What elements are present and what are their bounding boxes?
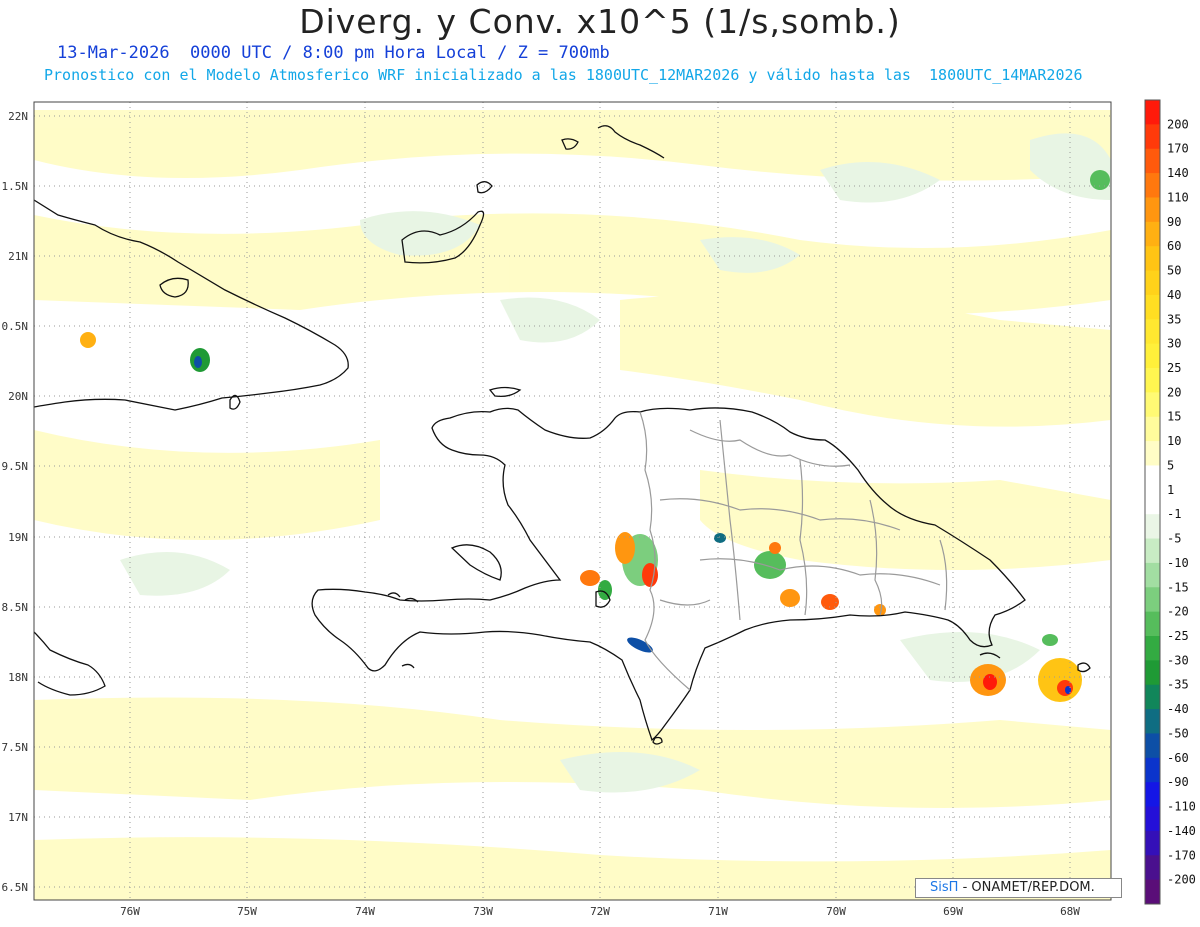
lat-label: 20N: [8, 390, 28, 403]
colorbar-label: 170: [1167, 142, 1189, 156]
lon-label: 75W: [237, 905, 257, 918]
colorbar-label: 15: [1167, 410, 1181, 424]
colorbar-label: -5: [1167, 532, 1181, 546]
colorbar-label: -90: [1167, 775, 1189, 789]
colorbar-label: -25: [1167, 629, 1189, 643]
colorbar-swatch: [1145, 660, 1160, 686]
colorbar-label: -30: [1167, 653, 1189, 667]
lon-label: 76W: [120, 905, 140, 918]
lat-label: 22N: [8, 110, 28, 123]
colorbar: 200 170 140 110 90 60 50 40 35 30 25 20 15 10 5 1 -1 -5 -1…: [1144, 99, 1196, 905]
colorbar-swatch: [1145, 855, 1160, 881]
colorbar-label: 10: [1167, 434, 1181, 448]
colorbar-swatch: [1145, 636, 1160, 661]
colorbar-label: 90: [1167, 215, 1181, 229]
colorbar-swatch: [1145, 465, 1160, 491]
lon-label: 72W: [590, 905, 610, 918]
lat-label: 19N: [8, 531, 28, 544]
lon-label: 68W: [1060, 905, 1080, 918]
sispi-logo: SisΠ: [930, 880, 959, 895]
colorbar-label: 110: [1167, 190, 1189, 204]
colorbar-swatch: [1145, 173, 1160, 198]
colorbar-swatch: [1145, 319, 1160, 345]
colorbar-swatch: [1145, 270, 1160, 296]
colorbar-label: -140: [1167, 824, 1196, 838]
colorbar-swatch: [1145, 343, 1160, 369]
lat-label: 8.5N: [2, 601, 29, 614]
colorbar-swatch: [1145, 782, 1160, 808]
lat-label: 9.5N: [2, 460, 29, 473]
lon-label: 73W: [473, 905, 493, 918]
colorbar-label: -40: [1167, 702, 1189, 716]
colorbar-swatch: [1145, 124, 1160, 150]
lon-label: 74W: [355, 905, 375, 918]
colorbar-label: -50: [1167, 726, 1189, 740]
colorbar-swatch: [1145, 368, 1160, 393]
colorbar-swatch: [1145, 416, 1160, 442]
colorbar-swatch: [1145, 879, 1160, 905]
colorbar-label: 1: [1167, 483, 1174, 497]
colorbar-swatch: [1145, 148, 1160, 174]
lat-label: 17N: [8, 811, 28, 824]
colorbar-label: 35: [1167, 312, 1181, 326]
colorbar-label: -1: [1167, 507, 1181, 521]
colorbar-swatch: [1145, 538, 1160, 564]
colorbar-label: 200: [1167, 117, 1189, 131]
colorbar-label: 50: [1167, 264, 1181, 278]
colorbar-swatch: [1145, 489, 1160, 515]
colorbar-swatch: [1145, 733, 1160, 759]
lon-label: 69W: [943, 905, 963, 918]
colorbar-label: 30: [1167, 337, 1181, 351]
divergence-map: 22N 1.5N 21N 0.5N 20N 9.5N 19N 8.5N 18N …: [2, 99, 1196, 918]
lat-label: 6.5N: [2, 881, 29, 894]
colorbar-label: -10: [1167, 556, 1189, 570]
lat-label: 1.5N: [2, 180, 29, 193]
credit-box: SisΠ - ONAMET/REP.DOM.: [915, 878, 1122, 898]
colorbar-label: 140: [1167, 166, 1189, 180]
colorbar-label: 20: [1167, 385, 1181, 399]
colorbar-swatch: [1145, 294, 1160, 320]
longitude-labels: 76W 75W 74W 73W 72W 71W 70W 69W 68W: [120, 905, 1080, 918]
colorbar-label: 5: [1167, 458, 1174, 472]
colorbar-swatch: [1145, 197, 1160, 223]
colorbar-swatch: [1145, 611, 1160, 637]
colorbar-swatch: [1145, 587, 1160, 613]
colorbar-label: -15: [1167, 580, 1189, 594]
colorbar-label: -20: [1167, 605, 1189, 619]
lat-label: 18N: [8, 671, 28, 684]
credit-text: - ONAMET/REP.DOM.: [962, 880, 1095, 895]
colorbar-label: -35: [1167, 678, 1189, 692]
colorbar-swatch: [1145, 441, 1160, 466]
colorbar-swatch: [1145, 514, 1160, 540]
colorbar-label: -200: [1167, 873, 1196, 887]
colorbar-swatch: [1145, 830, 1160, 856]
colorbar-label: -60: [1167, 751, 1189, 765]
colorbar-label: 40: [1167, 288, 1181, 302]
colorbar-swatch: [1145, 806, 1160, 832]
colorbar-swatch: [1145, 100, 1160, 125]
colorbar-swatch: [1145, 684, 1160, 710]
colorbar-label: -170: [1167, 848, 1196, 862]
lat-label: 21N: [8, 250, 28, 263]
colorbar-label: 60: [1167, 239, 1181, 253]
colorbar-label: -110: [1167, 800, 1196, 814]
lat-label: 0.5N: [2, 320, 29, 333]
lat-label: 7.5N: [2, 741, 29, 754]
colorbar-swatch: [1145, 221, 1160, 247]
colorbar-swatch: [1145, 709, 1160, 734]
lon-label: 71W: [708, 905, 728, 918]
latitude-labels: 22N 1.5N 21N 0.5N 20N 9.5N 19N 8.5N 18N …: [2, 110, 29, 894]
lon-label: 70W: [826, 905, 846, 918]
colorbar-swatch: [1145, 757, 1160, 783]
colorbar-swatch: [1145, 392, 1160, 418]
colorbar-swatch: [1145, 562, 1160, 588]
colorbar-swatch: [1145, 246, 1160, 272]
colorbar-label: 25: [1167, 361, 1181, 375]
